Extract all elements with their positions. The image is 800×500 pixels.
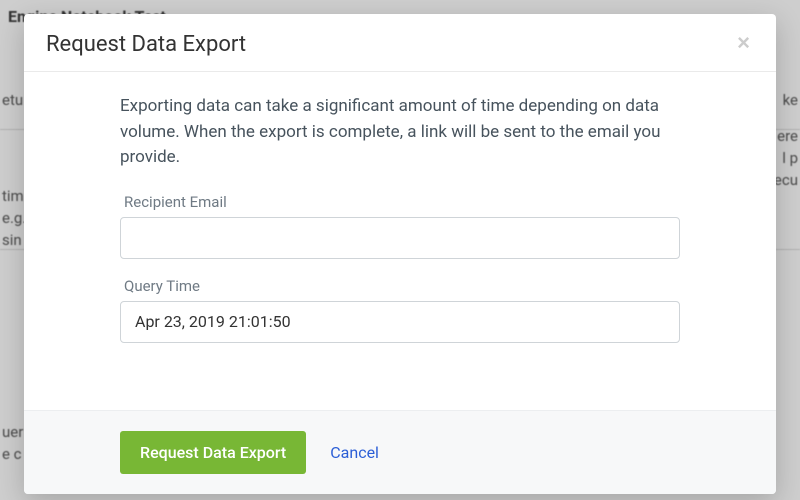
modal-footer: Request Data Export Cancel [24,410,776,494]
query-time-field[interactable] [120,301,680,343]
cancel-button[interactable]: Cancel [330,443,379,462]
modal-title: Request Data Export [46,32,246,57]
request-export-button[interactable]: Request Data Export [120,431,306,474]
query-time-group: Query Time [120,277,680,343]
recipient-email-field[interactable] [120,217,680,259]
modal-header: Request Data Export × [24,14,776,72]
intro-text: Exporting data can take a significant am… [120,94,680,171]
modal-body: Exporting data can take a significant am… [24,72,776,410]
close-icon[interactable]: × [733,32,754,54]
export-modal: Request Data Export × Exporting data can… [24,14,776,494]
recipient-email-group: Recipient Email [120,193,680,259]
query-time-label: Query Time [120,277,680,295]
recipient-email-label: Recipient Email [120,193,680,211]
